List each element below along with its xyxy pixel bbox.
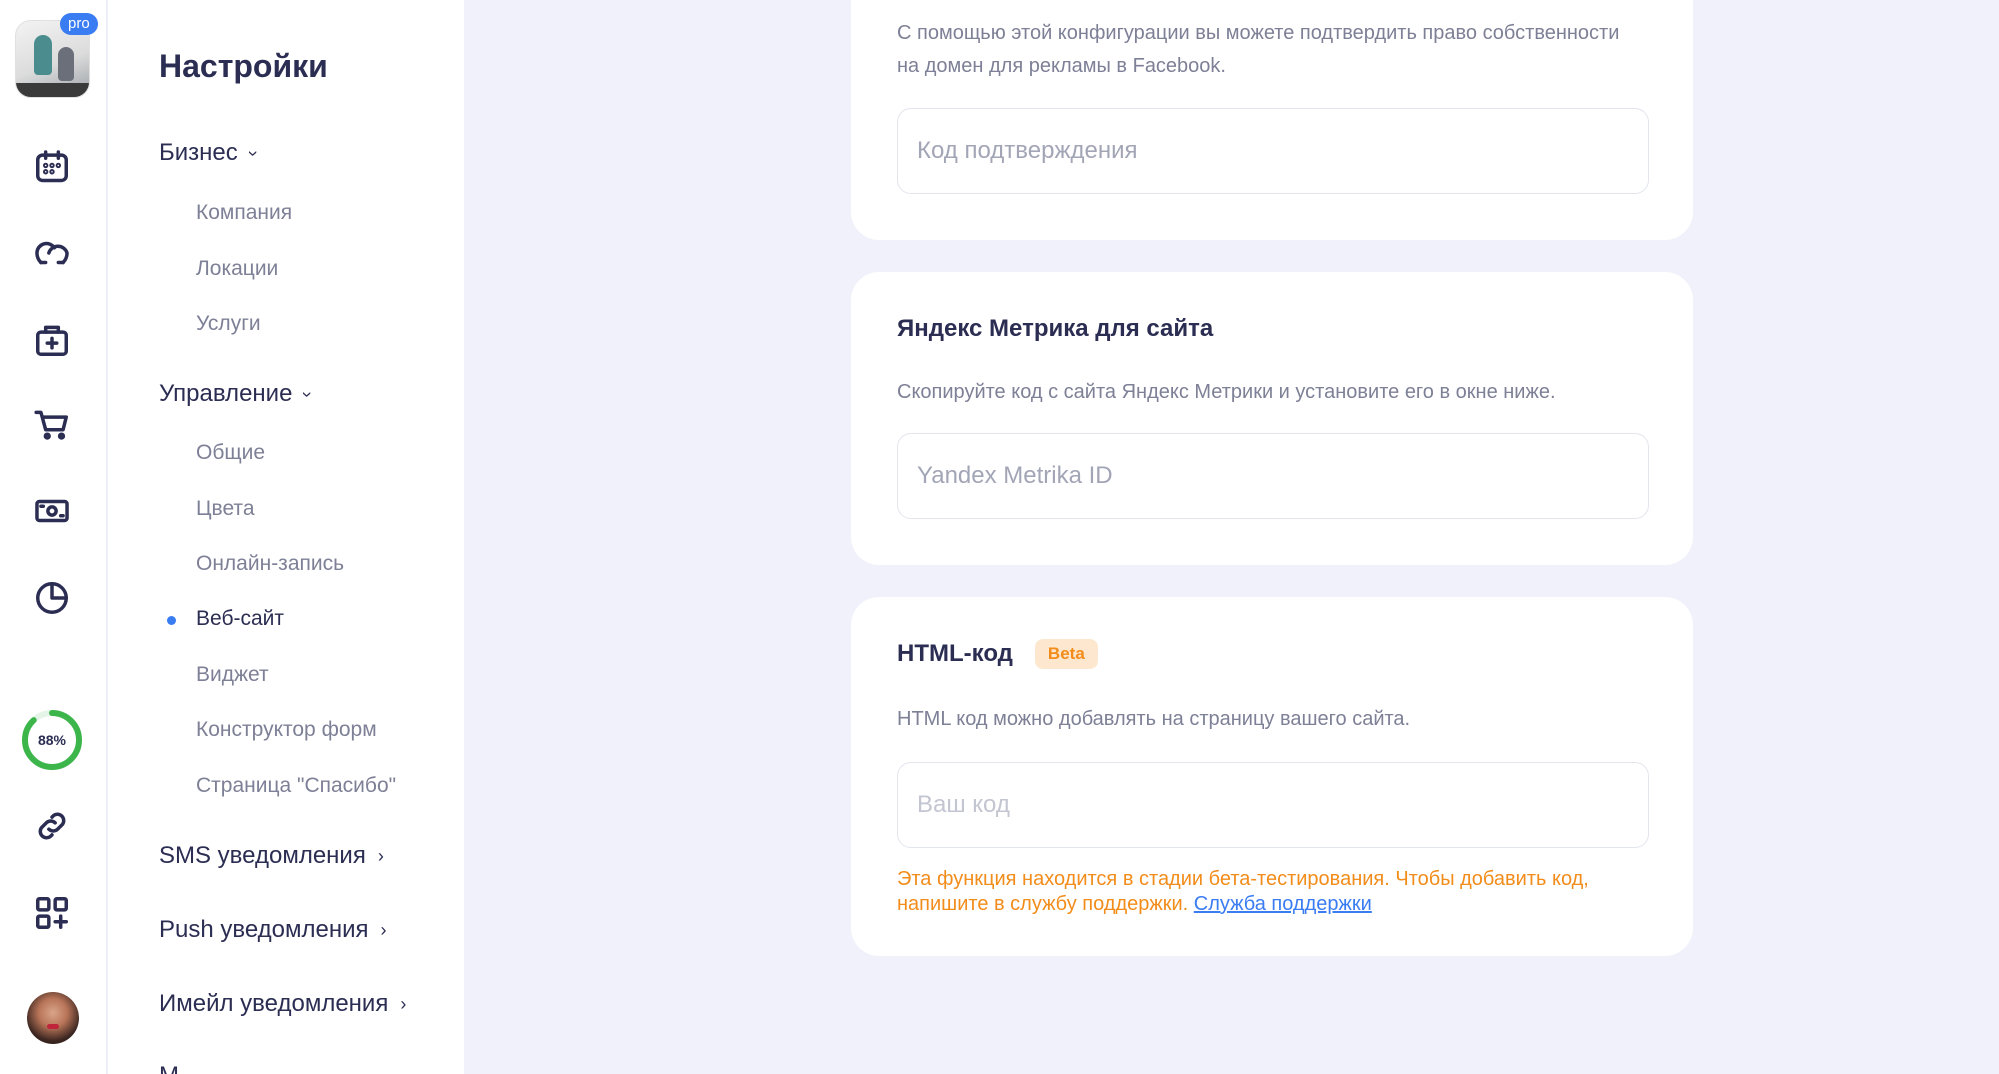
section-sms[interactable]: SMS уведомления ›: [159, 842, 384, 870]
calendar-icon[interactable]: [32, 147, 72, 187]
section-management-label: Управление: [159, 380, 293, 407]
icon-rail: pro 88%: [0, 0, 107, 1074]
settings-item-services[interactable]: Услуги: [196, 312, 261, 336]
apps-add-icon[interactable]: [32, 893, 72, 933]
html-title: HTML-код Beta: [897, 639, 1098, 669]
yandex-title-text: Яндекс Метрика для сайта: [897, 315, 1214, 342]
settings-item-widget[interactable]: Виджет: [196, 663, 269, 687]
cart-icon[interactable]: [32, 405, 72, 445]
link-icon[interactable]: [32, 806, 72, 846]
section-email[interactable]: Имейл уведомления ›: [159, 990, 406, 1018]
yandex-title: Яндекс Метрика для сайта: [897, 315, 1213, 343]
active-indicator: [167, 616, 176, 625]
chevron-down-icon: ›: [297, 391, 318, 397]
settings-item-colors[interactable]: Цвета: [196, 497, 255, 521]
analytics-icon[interactable]: [32, 578, 72, 618]
yandex-description: Скопируйте код с сайта Яндекс Метрики и …: [897, 381, 1556, 403]
settings-item-form-builder[interactable]: Конструктор форм: [196, 718, 377, 742]
html-title-text: HTML-код: [897, 640, 1013, 667]
section-cut-off[interactable]: М: [159, 1062, 179, 1074]
settings-item-online-booking[interactable]: Онлайн-запись: [196, 552, 344, 576]
html-code-input[interactable]: [897, 762, 1649, 848]
section-sms-label: SMS уведомления: [159, 842, 366, 869]
chevron-right-icon: ›: [380, 919, 387, 940]
settings-item-thank-you-page[interactable]: Страница "Спасибо": [196, 774, 396, 798]
section-push[interactable]: Push уведомления ›: [159, 916, 387, 944]
settings-item-general[interactable]: Общие: [196, 441, 265, 465]
chevron-down-icon: ›: [243, 150, 264, 156]
settings-title: Настройки: [159, 48, 328, 84]
html-code-card: HTML-код Beta HTML код можно добавлять н…: [851, 597, 1693, 956]
chevron-right-icon: ›: [377, 845, 384, 866]
section-business-label: Бизнес: [159, 139, 238, 166]
pro-badge: pro: [60, 13, 98, 35]
settings-item-locations[interactable]: Локации: [196, 257, 278, 281]
settings-item-company[interactable]: Компания: [196, 201, 292, 225]
beta-badge: Beta: [1034, 639, 1098, 669]
facebook-domain-card: С помощью этой конфигурации вы можете по…: [851, 0, 1693, 240]
profile-progress[interactable]: 88%: [20, 708, 84, 772]
section-management[interactable]: Управление ›: [159, 380, 318, 408]
html-description: HTML код можно добавлять на страницу ваш…: [897, 708, 1411, 730]
yandex-metrika-id-input[interactable]: [897, 433, 1649, 519]
clients-icon[interactable]: [32, 233, 72, 273]
services-bag-icon[interactable]: [32, 320, 72, 360]
settings-sidebar: Настройки Бизнес › Компания Локации Услу…: [108, 0, 464, 1074]
user-avatar[interactable]: [27, 992, 79, 1044]
section-cut-off-label: М: [159, 1062, 179, 1074]
beta-warning: Эта функция находится в стадии бета-тест…: [897, 867, 1637, 917]
support-link[interactable]: Служба поддержки: [1194, 893, 1372, 915]
section-email-label: Имейл уведомления: [159, 990, 389, 1017]
yandex-metrika-card: Яндекс Метрика для сайта Скопируйте код …: [851, 272, 1693, 565]
section-business[interactable]: Бизнес ›: [159, 139, 263, 167]
section-push-label: Push уведомления: [159, 916, 369, 943]
money-icon[interactable]: [32, 491, 72, 531]
verification-code-input[interactable]: [897, 108, 1649, 194]
facebook-description: С помощью этой конфигурации вы можете по…: [897, 22, 1620, 77]
chevron-right-icon: ›: [400, 993, 407, 1014]
progress-percent: 88%: [37, 732, 67, 748]
settings-item-website[interactable]: Веб-сайт: [196, 607, 284, 631]
